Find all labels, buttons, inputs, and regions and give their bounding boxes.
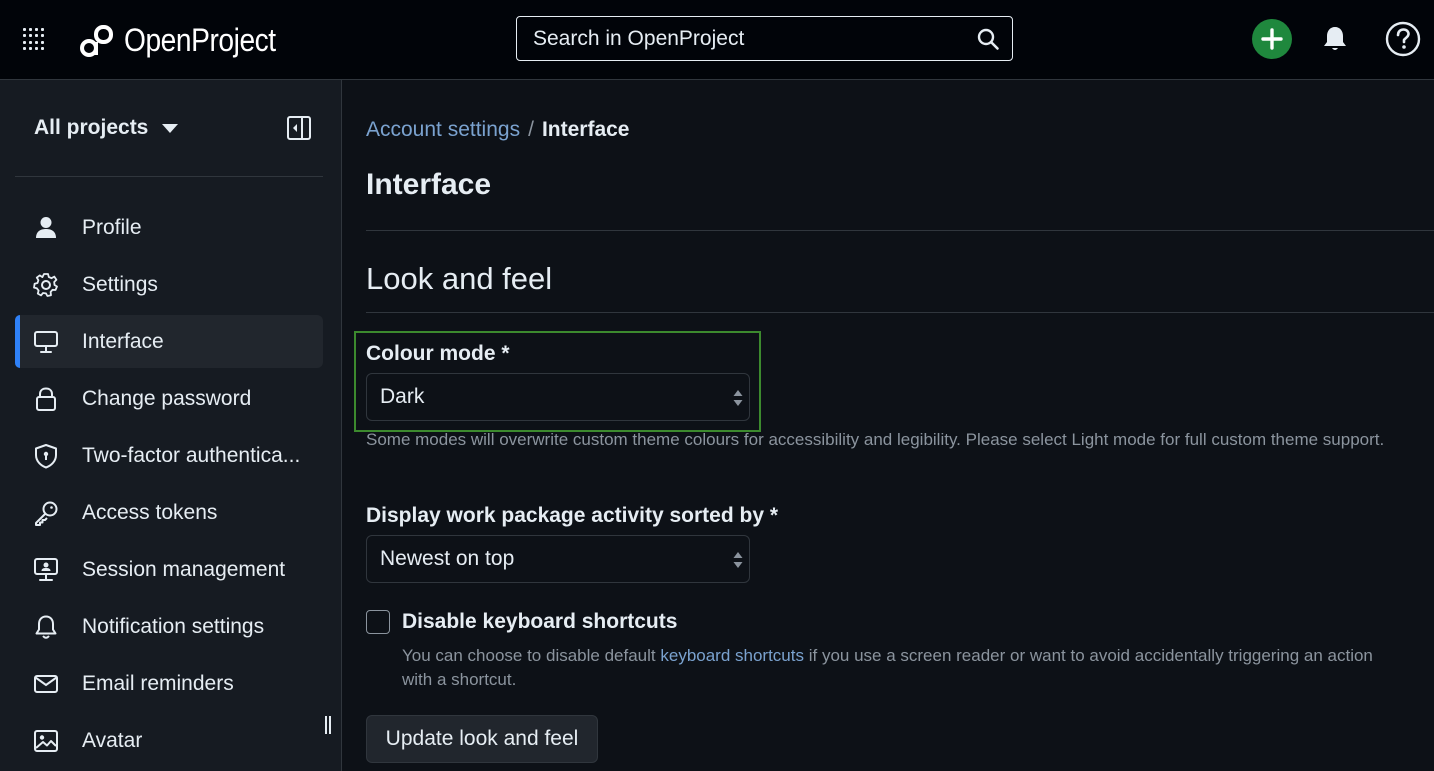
app-grid-icon[interactable] (22, 27, 46, 51)
person-icon (36, 217, 56, 238)
keyboard-shortcuts-link[interactable]: keyboard shortcuts (660, 646, 804, 665)
sidebar-item-label: Access tokens (82, 500, 218, 524)
sidebar-item-label: Two-factor authentica... (82, 443, 301, 467)
sidebar: All projects Profile Settings Interface … (0, 80, 342, 771)
sidebar-item-label: Profile (82, 215, 142, 239)
sidebar-item-notification-settings[interactable]: Notification settings (15, 600, 323, 653)
openproject-logo[interactable]: OpenProject (78, 18, 296, 62)
sidebar-item-settings[interactable]: Settings (15, 258, 323, 311)
colour-mode-select[interactable]: Dark (366, 373, 750, 421)
colour-mode-value: Dark (380, 385, 425, 408)
openproject-logo-icon (80, 25, 113, 57)
monitor-icon (34, 331, 58, 353)
sidebar-item-label: Session management (82, 557, 286, 581)
search-icon[interactable] (976, 27, 1000, 51)
gear-icon (33, 273, 58, 297)
activity-sort-label: Display work package activity sorted by … (366, 504, 779, 527)
sidebar-item-email-reminders[interactable]: Email reminders (15, 657, 323, 710)
mail-icon (34, 675, 58, 693)
breadcrumb: Account settings / Interface (366, 118, 629, 142)
notifications-bell-icon[interactable] (1322, 25, 1348, 53)
app-name: OpenProject (124, 21, 276, 58)
session-monitor-icon (34, 558, 58, 581)
shortcuts-help-before: You can choose to disable default (402, 646, 661, 665)
sidebar-item-access-tokens[interactable]: Access tokens (15, 486, 323, 539)
disable-shortcuts-label[interactable]: Disable keyboard shortcuts (402, 610, 677, 634)
activity-sort-select[interactable]: Newest on top (366, 535, 750, 583)
disable-shortcuts-checkbox[interactable] (366, 610, 390, 634)
sidebar-item-label: Settings (82, 272, 158, 296)
sidebar-item-interface[interactable]: Interface (15, 315, 323, 368)
shortcuts-help: You can choose to disable default keyboa… (402, 644, 1392, 692)
top-header: OpenProject Search in OpenProject (0, 0, 1434, 80)
page-title: Interface (366, 168, 492, 201)
project-selector-label: All projects (34, 116, 149, 139)
lock-icon (36, 387, 56, 411)
section-divider (366, 312, 1434, 313)
sidebar-divider (15, 176, 323, 177)
sidebar-item-avatar[interactable]: Avatar (15, 714, 323, 767)
help-icon[interactable] (1385, 21, 1421, 57)
search-placeholder: Search in OpenProject (533, 26, 745, 50)
shield-icon (35, 444, 57, 469)
update-look-and-feel-button[interactable]: Update look and feel (366, 715, 598, 763)
select-arrows-icon (733, 552, 743, 568)
breadcrumb-account-settings-link[interactable]: Account settings (366, 118, 520, 142)
breadcrumb-current: Interface (541, 118, 630, 141)
sidebar-item-session-management[interactable]: Session management (15, 543, 323, 596)
key-icon (35, 501, 58, 526)
sidebar-resize-handle[interactable] (325, 716, 333, 736)
bell-icon (35, 615, 57, 639)
create-button[interactable] (1252, 19, 1292, 59)
colour-mode-label: Colour mode * (366, 342, 510, 365)
sidebar-item-label: Interface (82, 329, 164, 353)
sidebar-item-two-factor[interactable]: Two-factor authentica... (15, 429, 323, 482)
sidebar-item-change-password[interactable]: Change password (15, 372, 323, 425)
plus-icon (1261, 28, 1283, 50)
select-arrows-icon (733, 390, 743, 406)
account-menu: Profile Settings Interface Change passwo… (15, 201, 323, 771)
project-selector[interactable]: All projects (34, 116, 179, 140)
sidebar-item-label: Avatar (82, 728, 143, 752)
section-title: Look and feel (366, 261, 553, 296)
activity-sort-value: Newest on top (380, 547, 515, 570)
sidebar-item-label: Change password (82, 386, 252, 410)
image-icon (34, 730, 58, 752)
sidebar-item-label: Notification settings (82, 614, 265, 638)
sidebar-item-profile[interactable]: Profile (15, 201, 323, 254)
main-content: Account settings / Interface Interface L… (342, 80, 1434, 771)
breadcrumb-separator: / (528, 118, 534, 141)
title-divider (366, 230, 1434, 231)
colour-mode-help: Some modes will overwrite custom theme c… (366, 430, 1385, 449)
caret-down-icon (162, 123, 179, 133)
collapse-sidebar-icon[interactable] (286, 115, 312, 141)
search-input[interactable]: Search in OpenProject (516, 16, 1013, 61)
sidebar-item-label: Email reminders (82, 671, 234, 695)
